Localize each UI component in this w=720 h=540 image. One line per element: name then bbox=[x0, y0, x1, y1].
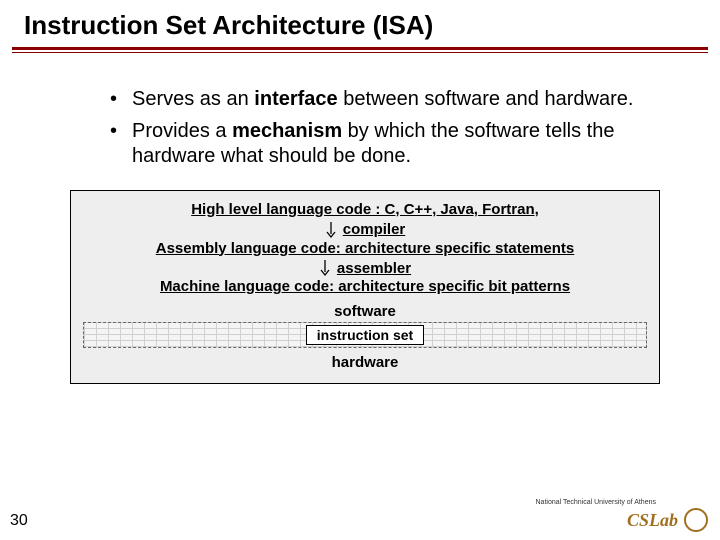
rule-thin bbox=[12, 52, 708, 53]
bullet-1-bold: interface bbox=[254, 88, 337, 110]
slide-number: 30 bbox=[10, 512, 28, 530]
isa-chip: instruction set bbox=[306, 325, 424, 345]
bullet-list: Serves as an interface between software … bbox=[70, 87, 660, 170]
label-hardware: hardware bbox=[79, 354, 651, 371]
logo-text: CSLab bbox=[627, 510, 678, 531]
bullet-2-bold: mechanism bbox=[232, 120, 342, 142]
bullet-1-pre: Serves as an bbox=[132, 88, 254, 110]
bullet-1-post: between software and hardware. bbox=[338, 88, 634, 110]
arrow-compiler: compiler bbox=[79, 221, 651, 239]
down-arrow-icon bbox=[319, 259, 331, 277]
slide-title: Instruction Set Architecture (ISA) bbox=[0, 0, 720, 47]
compilation-diagram: High level language code : C, C++, Java,… bbox=[70, 190, 660, 384]
down-arrow-icon bbox=[325, 221, 337, 239]
diagram-hll: High level language code : C, C++, Java,… bbox=[79, 201, 651, 220]
arrow-assembler-label: assembler bbox=[337, 260, 411, 277]
footer-logo: National Technical University of Athens … bbox=[627, 508, 708, 532]
isa-bar: instruction set bbox=[83, 322, 647, 348]
arrow-assembler: assembler bbox=[79, 259, 651, 277]
bullet-2-pre: Provides a bbox=[132, 120, 232, 142]
bullet-1: Serves as an interface between software … bbox=[110, 87, 660, 113]
diagram-asm: Assembly language code: architecture spe… bbox=[79, 240, 651, 259]
seal-icon bbox=[684, 508, 708, 532]
rule-thick bbox=[12, 47, 708, 50]
label-software: software bbox=[79, 303, 651, 320]
diagram-machine: Machine language code: architecture spec… bbox=[79, 278, 651, 297]
arrow-compiler-label: compiler bbox=[343, 221, 406, 238]
logo-tagline: National Technical University of Athens bbox=[536, 499, 657, 506]
bullet-2: Provides a mechanism by which the softwa… bbox=[110, 119, 660, 170]
